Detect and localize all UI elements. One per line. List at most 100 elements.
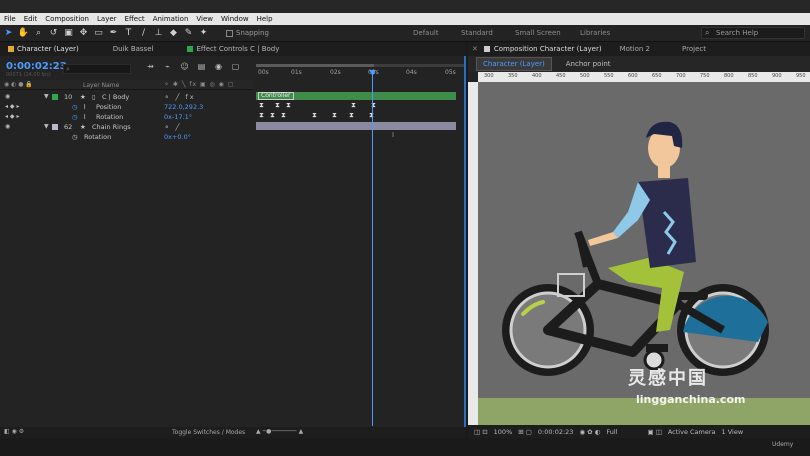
layer-name-header[interactable]: Layer Name xyxy=(83,82,119,89)
layer-switches[interactable]: ⚬ ╱ xyxy=(164,123,181,131)
workspace-standard[interactable]: Standard xyxy=(461,29,493,37)
keyframe-icon[interactable]: ⧗ xyxy=(259,102,264,109)
property-value[interactable]: 0x-17.1° xyxy=(164,113,192,121)
views-select[interactable]: 1 View xyxy=(722,428,744,436)
search-help-input[interactable]: ⌕ Search Help xyxy=(701,27,805,39)
layer-name[interactable]: Chain Rings xyxy=(92,123,131,131)
brush-tool-icon[interactable]: / xyxy=(137,27,150,40)
zoom-level[interactable]: 100% xyxy=(494,428,513,436)
zoom-tool-icon[interactable]: ⌕ xyxy=(32,27,45,40)
timeline-search-input[interactable]: ⌕ xyxy=(63,64,131,74)
twirl-down-icon[interactable]: ▼ xyxy=(44,123,49,130)
keyframe-icon[interactable]: ⧗ xyxy=(270,112,275,119)
menu-animation[interactable]: Animation xyxy=(153,15,189,23)
keyframe-icon[interactable]: ⧗ xyxy=(351,102,356,109)
workspace-libraries[interactable]: Libraries xyxy=(580,29,610,37)
clone-stamp-tool-icon[interactable]: ⊥ xyxy=(152,27,165,40)
region-icon[interactable]: ▣ ◫ xyxy=(647,428,661,436)
keyframe-icon[interactable]: ⧗ xyxy=(275,102,280,109)
puppet-tool-icon[interactable]: ✦ xyxy=(197,27,210,40)
viewer-options-icon[interactable]: ◫ ⊡ xyxy=(474,428,488,436)
snapping-toggle[interactable]: Snapping xyxy=(226,29,269,37)
snapping-checkbox[interactable] xyxy=(226,29,233,37)
keyframe-track-position[interactable]: ⧗ ⧗ ⧗ ⧗ ⧗ xyxy=(256,102,456,110)
hand-tool-icon[interactable]: ✋ xyxy=(17,27,30,40)
playhead-line[interactable] xyxy=(372,70,373,426)
property-value[interactable]: 722.0,292.3 xyxy=(164,103,203,111)
tab-anchor-point[interactable]: Anchor point xyxy=(560,58,617,70)
draft-3d-icon[interactable]: ⌁ xyxy=(159,62,176,71)
tab-motion-2[interactable]: Motion 2 xyxy=(620,45,650,53)
shy-layers-icon[interactable]: ☺ xyxy=(176,62,193,71)
grid-icon[interactable]: ⊞ ▢ xyxy=(518,428,532,436)
layer-row-chain-rings[interactable]: ◉ ▼ 62 ★ Chain Rings ⚬ ╱ xyxy=(0,122,253,132)
selection-tool-icon[interactable]: ➤ xyxy=(2,27,15,40)
layer-track-body[interactable]: Controller xyxy=(256,92,456,100)
workspace-default[interactable]: Default xyxy=(413,29,439,37)
viewer-timecode[interactable]: 0:00:02:23 xyxy=(538,428,574,436)
layer-property-rotation[interactable]: ◂ ◆ ▸ ◷ ⌇ Rotation 0x-17.1° xyxy=(0,112,253,122)
toggle-switches-modes[interactable]: Toggle Switches / Modes xyxy=(172,429,245,436)
pan-behind-tool-icon[interactable]: ✥ xyxy=(77,27,90,40)
workspace-small-screen[interactable]: Small Screen xyxy=(515,29,561,37)
menu-composition[interactable]: Composition xyxy=(45,15,89,23)
twirl-down-icon[interactable]: ▼ xyxy=(44,93,49,100)
snapshot-icon[interactable]: ◉ ✿ ◐ xyxy=(579,428,600,436)
keyframe-icon[interactable]: ⧗ xyxy=(259,112,264,119)
layer-property-rotation-2[interactable]: ◷ Rotation 0x+0.0° xyxy=(0,132,253,142)
layer-name[interactable]: C | Body xyxy=(102,93,129,101)
stopwatch-icon[interactable]: ◷ xyxy=(72,103,78,111)
resolution-select[interactable]: Full xyxy=(606,428,617,436)
eraser-tool-icon[interactable]: ◆ xyxy=(167,27,180,40)
keyframe-track-rotation[interactable]: ⧗ ⧗ ⧗ ⧗ ⧗ ⧗ ⧗ xyxy=(256,112,456,120)
menu-window[interactable]: Window xyxy=(221,15,249,23)
layer-row-body[interactable]: ◉ ▼ 10 ★ ▯ C | Body ⚬ ╱ fx xyxy=(0,92,253,102)
stopwatch-icon[interactable]: ◷ xyxy=(72,133,78,141)
current-timecode[interactable]: 0:00:02:23 xyxy=(6,61,67,72)
visibility-eye-icon[interactable]: ◉ xyxy=(5,123,10,130)
property-value[interactable]: 0x+0.0° xyxy=(164,133,191,141)
tab-composition-character[interactable]: Composition Character (Layer) xyxy=(494,45,602,53)
label-color-swatch[interactable] xyxy=(52,94,58,100)
menu-help[interactable]: Help xyxy=(257,15,273,23)
layer-property-position[interactable]: ◂ ◆ ▸ ◷ ⌇ Position 722.0,292.3 xyxy=(0,102,253,112)
graph-editor-icon[interactable]: ▢ xyxy=(227,62,244,71)
tab-project[interactable]: Project xyxy=(682,45,706,53)
keyframe-track-rotation-2[interactable]: I xyxy=(256,132,456,140)
layer-track-chain-rings[interactable] xyxy=(256,122,456,130)
keyframe-nav-icon[interactable]: ◂ ◆ ▸ xyxy=(5,103,19,110)
keyframe-nav-icon[interactable]: ◂ ◆ ▸ xyxy=(5,113,19,120)
menu-layer[interactable]: Layer xyxy=(97,15,117,23)
time-ruler[interactable]: 00s 01s 02s 03s 04s 05s xyxy=(256,63,464,79)
tab-character-layer-view[interactable]: Character (Layer) xyxy=(476,57,552,71)
rectangle-tool-icon[interactable]: ▭ xyxy=(92,27,105,40)
keyframe-icon[interactable]: ⧗ xyxy=(286,102,291,109)
motion-blur-icon[interactable]: ◉ xyxy=(210,62,227,71)
pen-tool-icon[interactable]: ✒ xyxy=(107,27,120,40)
work-area-bar[interactable] xyxy=(256,64,464,67)
frame-blending-icon[interactable]: ▤ xyxy=(193,62,210,71)
comp-mini-flowchart-icon[interactable]: ⇸ xyxy=(142,62,159,71)
keyframe-icon[interactable]: ⧗ xyxy=(349,112,354,119)
type-tool-icon[interactable]: T xyxy=(122,27,135,40)
camera-tool-icon[interactable]: ▣ xyxy=(62,27,75,40)
visibility-eye-icon[interactable]: ◉ xyxy=(5,93,10,100)
layer-switches[interactable]: ⚬ ╱ fx xyxy=(164,93,196,101)
camera-select[interactable]: Active Camera xyxy=(668,428,716,436)
menu-file[interactable]: File xyxy=(4,15,16,23)
menu-view[interactable]: View xyxy=(196,15,213,23)
keyframe-icon[interactable]: ⧗ xyxy=(332,112,337,119)
menu-edit[interactable]: Edit xyxy=(24,15,38,23)
rotate-tool-icon[interactable]: ↺ xyxy=(47,27,60,40)
render-time-icon[interactable]: ◧ ◉ ⚙ xyxy=(4,428,24,435)
stopwatch-icon[interactable]: ◷ xyxy=(72,113,78,121)
roto-brush-tool-icon[interactable]: ✎ xyxy=(182,27,195,40)
close-icon[interactable]: ✕ xyxy=(472,45,478,53)
tab-character-layer[interactable]: Character (Layer) xyxy=(8,45,79,53)
zoom-slider[interactable]: ▲ ─●─────── ▲ xyxy=(256,428,303,435)
tab-effect-controls[interactable]: Effect Controls C | Body xyxy=(187,45,279,53)
label-color-swatch[interactable] xyxy=(52,124,58,130)
menu-effect[interactable]: Effect xyxy=(125,15,145,23)
tab-duik-bassel[interactable]: Duik Bassel xyxy=(113,45,154,53)
keyframe-icon[interactable]: ⧗ xyxy=(312,112,317,119)
